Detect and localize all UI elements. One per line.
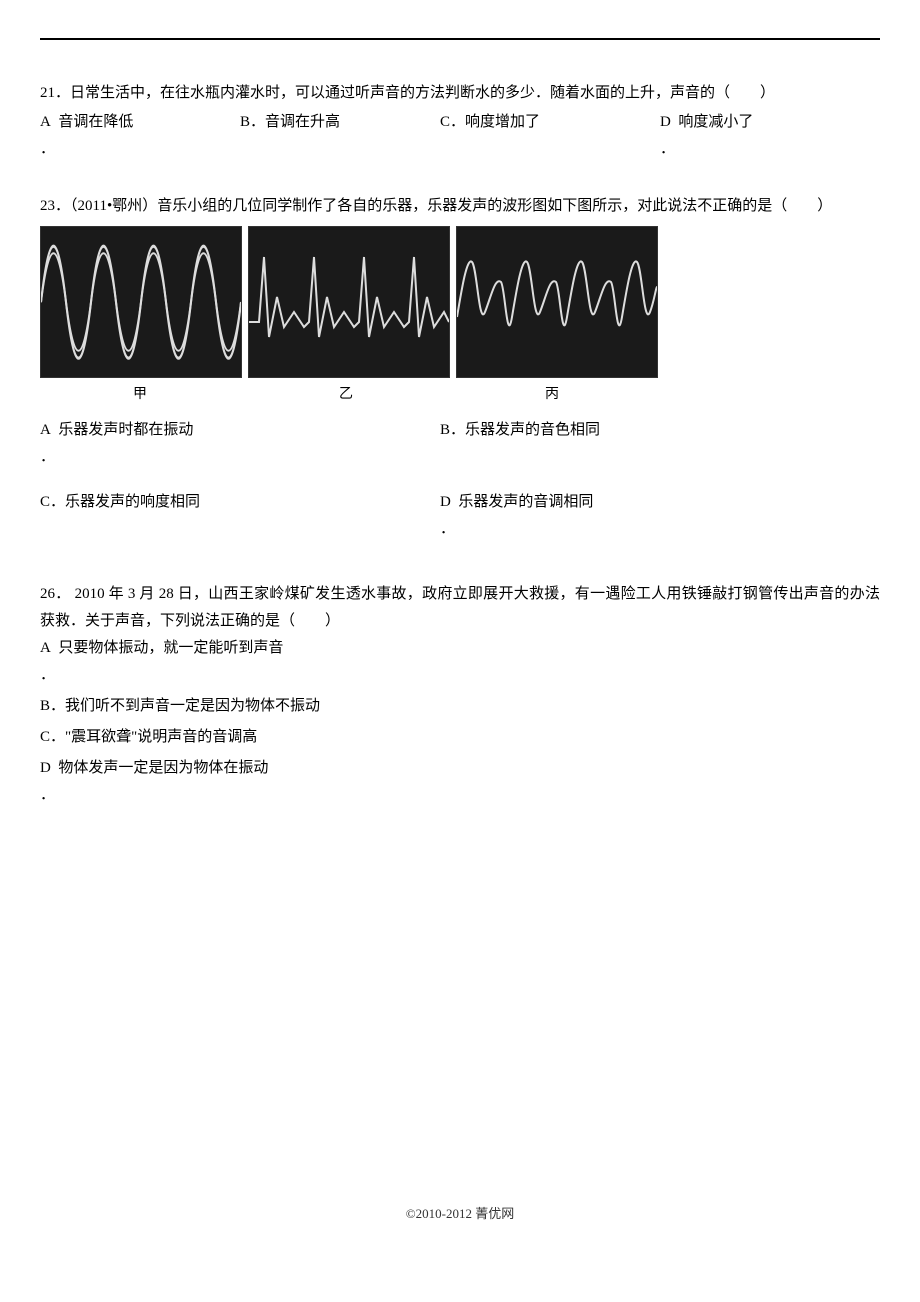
- wave-label-bing: 丙: [452, 382, 652, 407]
- option-b: B．乐器发声的音色相同: [440, 417, 840, 471]
- option-text: 响度增加了: [465, 114, 540, 130]
- option-a: A 只要物体振动，就一定能听到声音．: [40, 635, 880, 689]
- option-text: 音调在升高: [265, 114, 340, 130]
- option-text: 我们听不到声音一定是因为物体不振动: [65, 698, 320, 714]
- option-label: D: [660, 114, 671, 130]
- question-21: 21．日常生活中，在往水瓶内灌水时，可以通过听声音的方法判断水的多少．随着水面的…: [40, 80, 880, 163]
- option-text: 乐器发声的音调相同: [458, 494, 593, 510]
- top-horizontal-rule: [40, 38, 880, 40]
- option-b: B．我们听不到声音一定是因为物体不振动: [40, 693, 880, 720]
- option-c: C．"震耳欲聋"说明声音的音调高: [40, 724, 880, 751]
- wave-label-jia: 甲: [40, 382, 240, 407]
- question-text: （2011•鄂州）音乐小组的几位同学制作了各自的乐器，乐器发声的波形图如下图所示…: [70, 198, 832, 214]
- question-number: 21．: [40, 85, 70, 101]
- waveform-labels: 甲 乙 丙: [40, 382, 880, 407]
- option-text: 乐器发声的音色相同: [465, 422, 600, 438]
- option-dot: ．: [40, 141, 55, 157]
- option-text: 乐器发声的响度相同: [65, 494, 200, 510]
- waveform-row: [40, 226, 880, 378]
- waveform-yi: [248, 226, 450, 378]
- option-d: D 响度减小了．: [660, 109, 860, 163]
- waveform-jia: [40, 226, 242, 378]
- document-page: 21．日常生活中，在往水瓶内灌水时，可以通过听声音的方法判断水的多少．随着水面的…: [0, 0, 920, 1240]
- question-26-stem: 26． 2010 年 3 月 28 日，山西王家岭煤矿发生透水事故，政府立即展开…: [40, 581, 880, 635]
- waveform-bing: [456, 226, 658, 378]
- option-label: B．: [440, 422, 465, 438]
- option-b: B．音调在升高: [240, 109, 440, 163]
- option-a: A 音调在降低．: [40, 109, 240, 163]
- option-dot: ．: [40, 787, 55, 803]
- question-21-options: A 音调在降低． B．音调在升高 C．响度增加了 D 响度减小了．: [40, 109, 880, 163]
- question-23-options: A 乐器发声时都在振动． B．乐器发声的音色相同 C．乐器发声的响度相同 D 乐…: [40, 417, 880, 561]
- wave-label-yi: 乙: [246, 382, 446, 407]
- wave-svg-icon: [249, 227, 449, 377]
- question-number: 26．: [40, 586, 71, 602]
- option-a: A 乐器发声时都在振动．: [40, 417, 440, 471]
- question-26-options: A 只要物体振动，就一定能听到声音． B．我们听不到声音一定是因为物体不振动 C…: [40, 635, 880, 809]
- option-label: A: [40, 422, 51, 438]
- option-d: D 物体发声一定是因为物体在振动．: [40, 755, 880, 809]
- option-dot: ．: [40, 449, 55, 465]
- option-c: C．响度增加了: [440, 109, 660, 163]
- option-text: 只要物体振动，就一定能听到声音: [58, 640, 283, 656]
- option-text: "震耳欲聋"说明声音的音调高: [65, 729, 257, 745]
- option-label: A: [40, 114, 51, 130]
- option-label: B．: [40, 698, 65, 714]
- option-dot: ．: [660, 141, 675, 157]
- wave-svg-icon: [457, 227, 657, 377]
- question-text: 2010 年 3 月 28 日，山西王家岭煤矿发生透水事故，政府立即展开大救援，…: [40, 586, 880, 629]
- option-label: A: [40, 640, 51, 656]
- page-footer: ©2010-2012 菁优网: [0, 1203, 920, 1222]
- option-label: C．: [40, 729, 65, 745]
- option-label: C．: [440, 114, 465, 130]
- option-label: B．: [240, 114, 265, 130]
- wave-svg-icon: [41, 227, 241, 377]
- question-23-stem: 23．（2011•鄂州）音乐小组的几位同学制作了各自的乐器，乐器发声的波形图如下…: [40, 193, 880, 220]
- option-d: D 乐器发声的音调相同．: [440, 489, 840, 543]
- option-label: C．: [40, 494, 65, 510]
- option-label: D: [440, 494, 451, 510]
- question-number: 23．: [40, 198, 70, 214]
- question-21-stem: 21．日常生活中，在往水瓶内灌水时，可以通过听声音的方法判断水的多少．随着水面的…: [40, 80, 880, 107]
- option-dot: ．: [40, 667, 55, 683]
- option-text: 响度减小了: [678, 114, 753, 130]
- option-c: C．乐器发声的响度相同: [40, 489, 440, 543]
- option-text: 物体发声一定是因为物体在振动: [58, 760, 268, 776]
- option-label: D: [40, 760, 51, 776]
- option-text: 乐器发声时都在振动: [58, 422, 193, 438]
- option-dot: ．: [440, 521, 455, 537]
- question-text: 日常生活中，在往水瓶内灌水时，可以通过听声音的方法判断水的多少．随着水面的上升，…: [70, 85, 775, 101]
- question-23: 23．（2011•鄂州）音乐小组的几位同学制作了各自的乐器，乐器发声的波形图如下…: [40, 193, 880, 561]
- option-text: 音调在降低: [58, 114, 133, 130]
- question-26: 26． 2010 年 3 月 28 日，山西王家岭煤矿发生透水事故，政府立即展开…: [40, 581, 880, 809]
